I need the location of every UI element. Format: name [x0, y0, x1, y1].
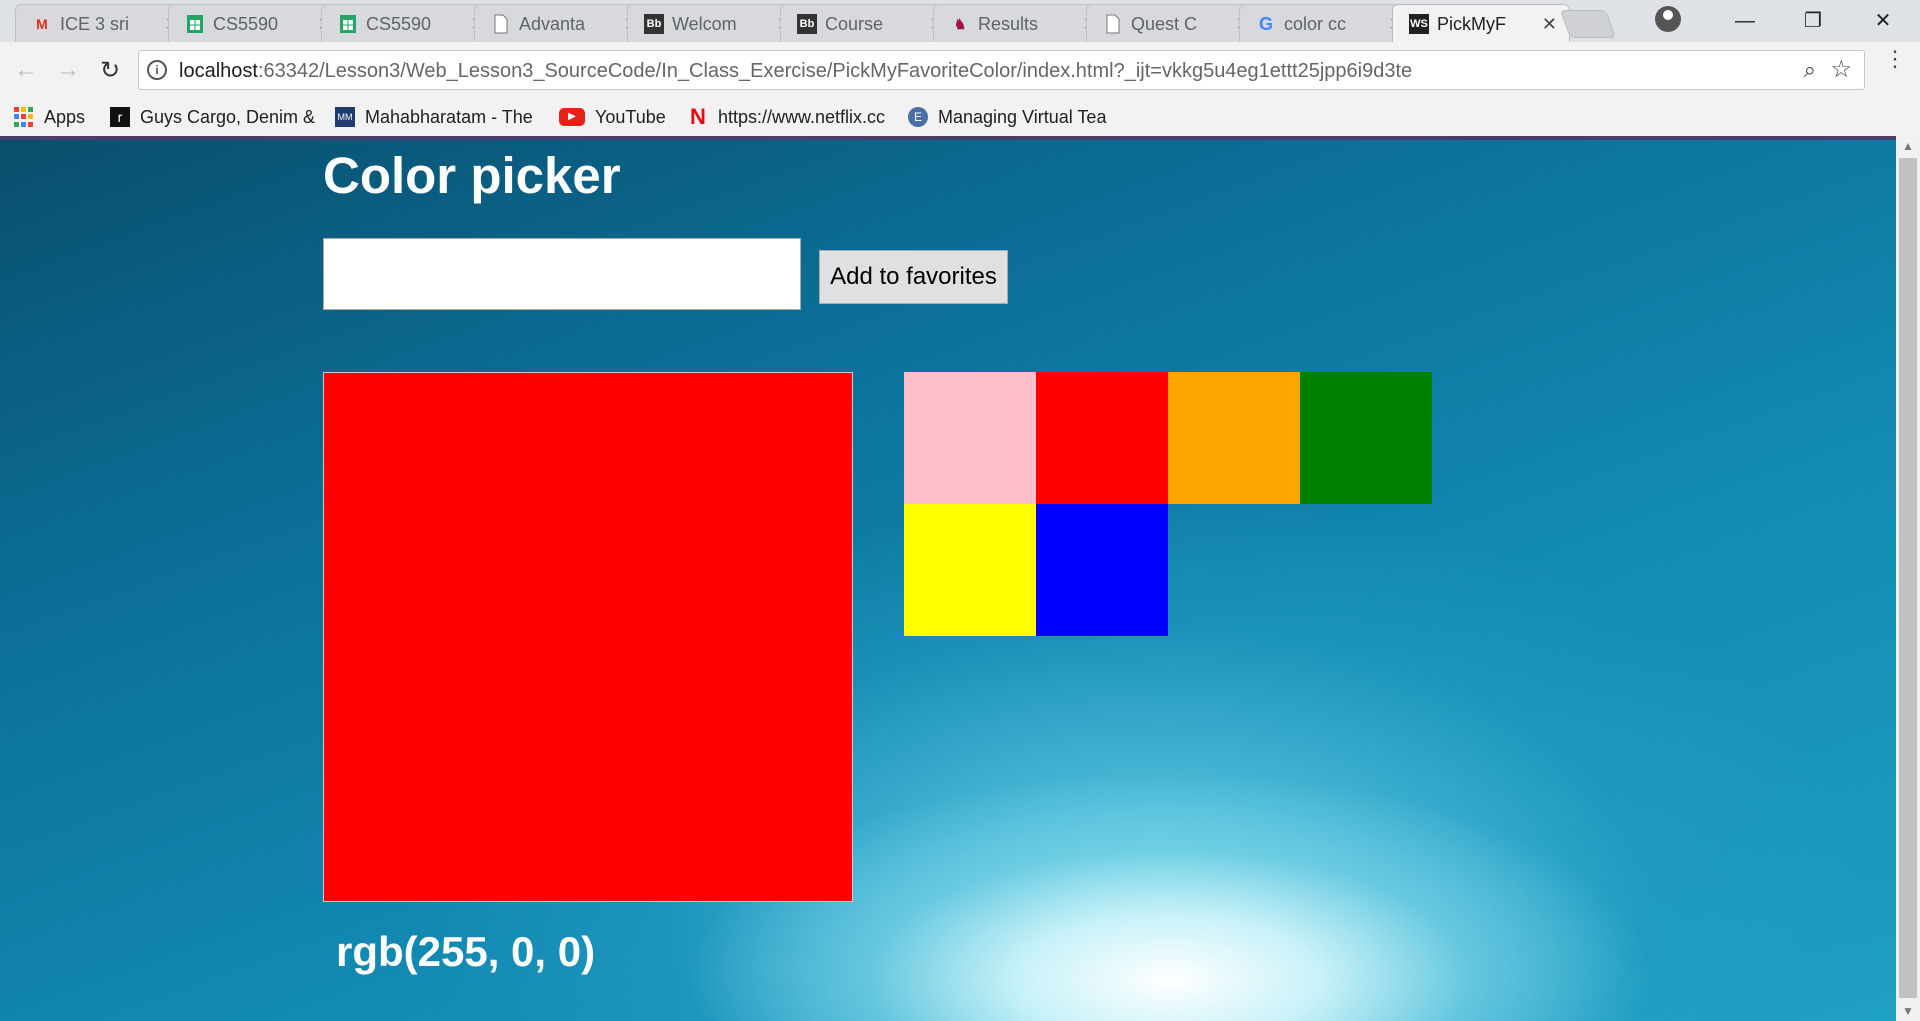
bookmark-youtube[interactable]: ▶ YouTube [559, 102, 666, 132]
url-text: localhost:63342/Lesson3/Web_Lesson3_Sour… [179, 60, 1412, 83]
vertical-scrollbar[interactable]: ▲ ▼ [1896, 136, 1920, 1021]
tab-3[interactable]: Advanta ✕ [474, 4, 652, 42]
profile-icon[interactable] [1655, 6, 1681, 32]
bookmark-label: YouTube [595, 106, 666, 127]
guys-cargo-icon: r [110, 107, 130, 127]
webstorm-icon: WS [1409, 14, 1429, 34]
tab-title: CS5590 [366, 14, 432, 34]
apps-icon [14, 107, 34, 127]
url-path: :63342/Lesson3/Web_Lesson3_SourceCode/In… [257, 60, 1413, 82]
restore-icon[interactable]: ❐ [1793, 6, 1833, 36]
bookmark-netflix[interactable]: N https://www.netflix.cc [688, 102, 888, 132]
address-bar[interactable]: i localhost:63342/Lesson3/Web_Lesson3_So… [138, 50, 1865, 90]
page-content: Color picker Add to favorites rgb(255, 0… [0, 136, 1896, 1021]
tab-title: Course [825, 14, 884, 34]
bookmark-mahabharatam[interactable]: MM Mahabharatam - The [335, 102, 540, 132]
info-icon[interactable]: i [147, 60, 167, 80]
swatch-green[interactable] [1300, 372, 1432, 504]
tab-title: Results [978, 14, 1039, 34]
tab-9-active[interactable]: WS PickMyF ✕ [1392, 4, 1570, 43]
tab-title: Quest C [1131, 14, 1198, 34]
blackboard-icon: Bb [797, 14, 817, 34]
bookmark-label: Apps [44, 106, 86, 127]
tab-title: PickMyF [1437, 14, 1506, 34]
bookmark-label: Guys Cargo, Denim & [140, 106, 316, 127]
tab-title: Welcom [672, 14, 737, 34]
tab-7[interactable]: Quest C ✕ [1086, 4, 1264, 42]
page-icon [1103, 14, 1123, 34]
tab-0[interactable]: M ICE 3 sri ✕ [15, 4, 193, 42]
tab-4[interactable]: Bb Welcom ✕ [627, 4, 805, 42]
browser-toolbar: ← → ↻ i localhost:63342/Lesson3/Web_Less… [0, 42, 1920, 99]
swatch-orange[interactable] [1168, 372, 1300, 504]
swatch-yellow[interactable] [904, 504, 1036, 636]
netflix-icon: N [690, 104, 706, 129]
tab-5[interactable]: Bb Course ✕ [780, 4, 958, 42]
url-host: localhost [179, 60, 258, 82]
mahabharatam-icon: MM [335, 107, 355, 127]
sheets-icon [185, 14, 205, 34]
add-to-favorites-button[interactable]: Add to favorites [819, 250, 1008, 304]
bookmark-star-icon[interactable]: ☆ [1830, 55, 1852, 84]
tab-strip: M ICE 3 sri ✕ CS5590 ✕ CS5590 ✕ Advanta … [0, 0, 1920, 43]
tab-title: color cc [1284, 14, 1347, 34]
menu-icon[interactable]: ⋮ [1884, 48, 1906, 70]
bookmark-managing-virtual[interactable]: E Managing Virtual Tea [908, 102, 1113, 132]
rgb-readout: rgb(255, 0, 0) [336, 928, 596, 975]
favorites-grid [904, 372, 1432, 636]
forward-icon[interactable]: → [48, 50, 88, 90]
bookmark-label: Mahabharatam - The [365, 106, 533, 127]
back-icon[interactable]: ← [6, 50, 46, 90]
scroll-down-icon[interactable]: ▼ [1896, 1001, 1920, 1021]
page-icon [491, 14, 511, 34]
new-tab-button[interactable] [1559, 10, 1617, 38]
tab-title: CS5590 [213, 14, 279, 34]
youtube-icon: ▶ [559, 108, 585, 126]
blackboard-icon: Bb [644, 14, 664, 34]
swatch-pink[interactable] [904, 372, 1036, 504]
swatch-red[interactable] [1036, 372, 1168, 504]
bookmark-apps[interactable]: Apps [14, 102, 85, 132]
gmail-icon: M [36, 16, 48, 32]
tab-1[interactable]: CS5590 ✕ [168, 4, 346, 42]
color-input[interactable] [323, 238, 801, 310]
bookmark-label: Managing Virtual Tea [938, 106, 1107, 127]
tab-title: Advanta [519, 14, 586, 34]
scrollbar-thumb[interactable] [1899, 158, 1917, 998]
tab-6[interactable]: ♞ Results ✕ [933, 4, 1111, 42]
bookmark-guys-cargo[interactable]: r Guys Cargo, Denim & [110, 102, 320, 132]
tab-title: ICE 3 sri [60, 14, 130, 34]
close-tab-icon[interactable]: ✕ [1542, 14, 1557, 34]
reload-icon[interactable]: ↻ [90, 50, 130, 90]
bookmarks-bar: Apps r Guys Cargo, Denim & MM Mahabharat… [0, 98, 1920, 136]
scroll-up-icon[interactable]: ▲ [1896, 136, 1920, 156]
color-preview [323, 372, 853, 902]
bookmark-label: https://www.netflix.cc [718, 106, 886, 127]
sheets-icon [338, 14, 358, 34]
roo-icon: ♞ [953, 15, 967, 32]
edx-icon: E [908, 107, 928, 127]
minimize-icon[interactable]: — [1725, 6, 1765, 36]
google-icon: G [1258, 13, 1273, 34]
tab-2[interactable]: CS5590 ✕ [321, 4, 499, 42]
page-title: Color picker [323, 147, 621, 204]
tab-8[interactable]: G color cc ✕ [1239, 4, 1417, 42]
swatch-blue[interactable] [1036, 504, 1168, 636]
close-window-icon[interactable]: ✕ [1863, 6, 1903, 36]
zoom-icon[interactable]: ⌕ [1804, 57, 1816, 83]
